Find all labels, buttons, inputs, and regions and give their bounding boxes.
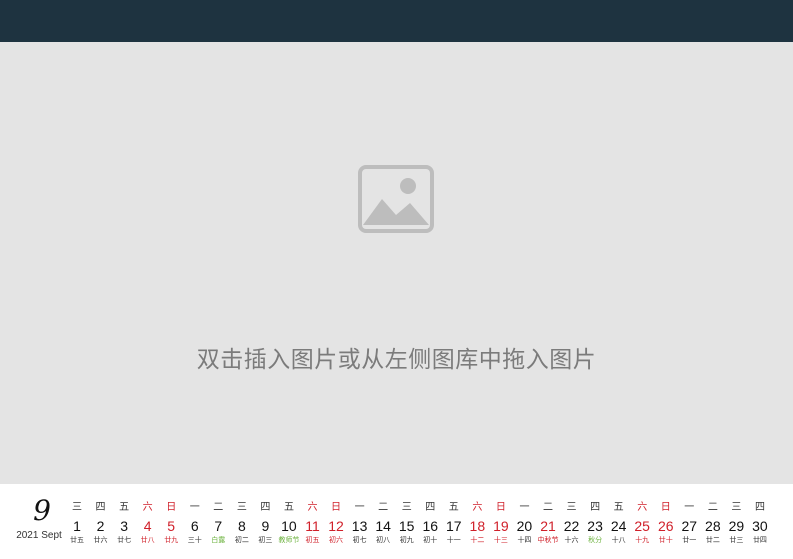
calendar-page: 双击插入图片或从左侧图库中拖入图片 9 2021 Sept 三 1 廿五四 2 廿六五 3… (0, 0, 793, 559)
placeholder-instruction: 双击插入图片或从左侧图库中拖入图片 (196, 347, 597, 373)
weekday-label: 三 (401, 502, 412, 513)
weekday-label: 日 (495, 502, 506, 513)
month-caption: 2021 Sept (16, 530, 62, 541)
weekday-label: 四 (95, 502, 106, 513)
weekday-label: 二 (213, 502, 224, 513)
weekday-label: 五 (613, 502, 624, 513)
weekday-label: 日 (331, 502, 342, 513)
weekday-label: 一 (189, 502, 200, 513)
month-calendar-strip: 9 2021 Sept 三 1 廿五四 2 廿六五 3 廿七六 4 廿八日 5 廿九一 6 三十二 7 白露… (0, 484, 793, 559)
weekday-label: 四 (590, 502, 601, 513)
weekday-label: 日 (166, 502, 177, 513)
day-number: 30 (752, 518, 768, 534)
weekday-label: 二 (707, 502, 718, 513)
weekday-label: 一 (354, 502, 365, 513)
weekday-label: 六 (307, 502, 318, 513)
weekday-label: 二 (378, 502, 389, 513)
weekday-label: 三 (566, 502, 577, 513)
weekday-label: 一 (519, 502, 530, 513)
image-placeholder-area[interactable]: 双击插入图片或从左侧图库中拖入图片 (0, 42, 793, 484)
weekday-label: 五 (283, 502, 294, 513)
day-cell: 四 30 廿四 (748, 484, 772, 559)
weekday-label: 三 (236, 502, 247, 513)
weekday-label: 二 (543, 502, 553, 513)
lunar-date: 廿四 (752, 536, 767, 544)
header-bar (0, 0, 793, 42)
weekday-label: 六 (472, 502, 483, 513)
weekday-label: 四 (425, 502, 436, 513)
weekday-label: 三 (731, 502, 742, 513)
month-number: 9 (33, 494, 51, 527)
image-placeholder-icon (358, 165, 434, 233)
weekday-label: 日 (660, 502, 671, 513)
weekday-label: 四 (260, 502, 271, 513)
weekday-label: 六 (142, 502, 153, 513)
weekday-label: 五 (119, 502, 130, 513)
weekday-label: 六 (637, 502, 648, 513)
weekday-label: 五 (448, 502, 459, 513)
weekday-label: 一 (684, 502, 695, 513)
weekday-label: 三 (72, 502, 82, 513)
weekday-label: 四 (754, 502, 765, 513)
